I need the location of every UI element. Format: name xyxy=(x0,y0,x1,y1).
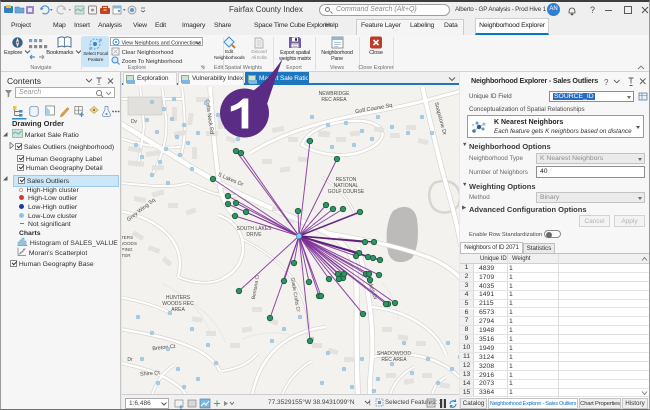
svg-text:?: ? xyxy=(590,5,595,15)
svg-text:PING: PING xyxy=(122,247,133,252)
svg-text:GOLF COURSE: GOLF COURSE xyxy=(328,189,365,195)
svg-text:REC AREA: REC AREA xyxy=(381,357,407,363)
svg-text:?: ? xyxy=(604,78,609,86)
svg-text:TER: TER xyxy=(122,253,131,258)
svg-text:Dv: Dv xyxy=(131,119,138,125)
svg-text:Dr: Dr xyxy=(127,357,133,363)
svg-text:TERS: TERS xyxy=(122,235,133,240)
svg-text:WOODS: WOODS xyxy=(122,241,137,246)
svg-text:AREA: AREA xyxy=(171,307,185,313)
svg-text:DRIVE: DRIVE xyxy=(246,232,262,238)
svg-text:REC AREA: REC AREA xyxy=(321,97,347,103)
